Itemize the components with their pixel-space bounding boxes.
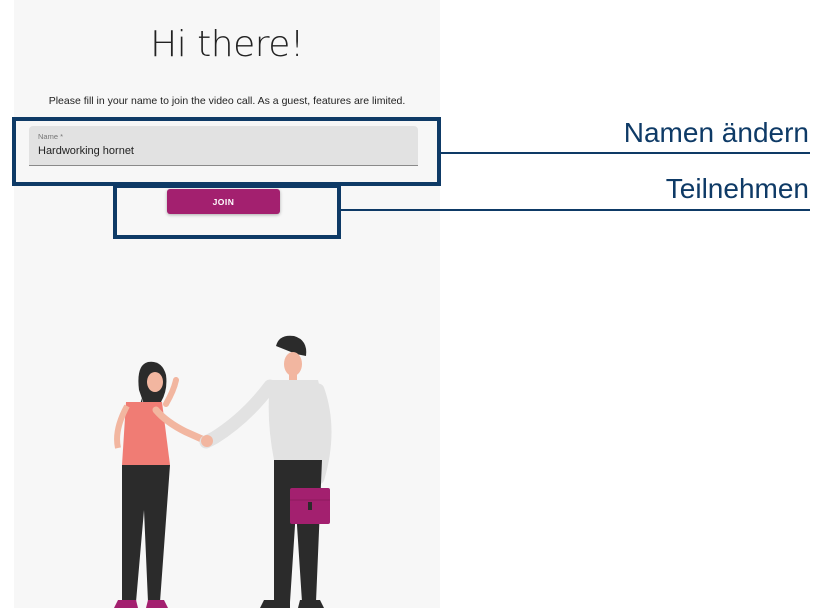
join-callout-line bbox=[341, 209, 810, 211]
man-figure bbox=[199, 335, 332, 608]
page-subtitle: Please fill in your name to join the vid… bbox=[48, 95, 406, 107]
woman-figure bbox=[114, 361, 208, 608]
join-highlight-box bbox=[113, 184, 341, 239]
name-highlight-box bbox=[12, 117, 441, 186]
page-title: Hi there! bbox=[150, 24, 304, 65]
change-name-annotation: Namen ändern bbox=[623, 117, 809, 148]
join-annotation: Teilnehmen bbox=[665, 173, 809, 204]
handshake-illustration bbox=[114, 335, 332, 608]
name-callout-line bbox=[441, 152, 810, 154]
